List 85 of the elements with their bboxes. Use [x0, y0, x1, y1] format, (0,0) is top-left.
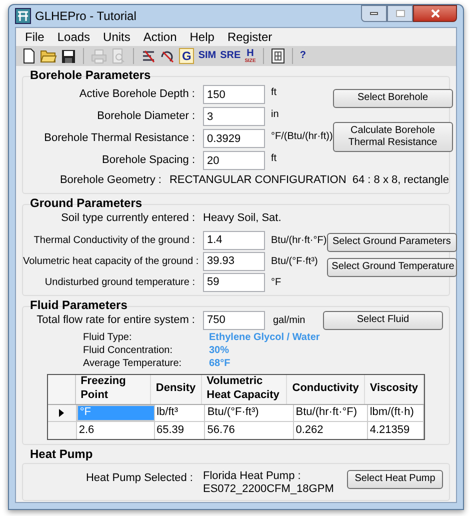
save-icon[interactable]: [61, 48, 76, 64]
unit-label: °F: [270, 276, 282, 290]
unit-label: Btu/(hr·ft·°F): [270, 234, 327, 248]
field-label: Heat Pump Selected :: [84, 470, 194, 486]
input-field[interactable]: 0.3929: [203, 129, 265, 148]
menu-item[interactable]: File: [19, 28, 50, 46]
unit-label: ft: [270, 86, 277, 100]
unit-label: ft: [270, 152, 277, 166]
info-value: 68°F: [209, 356, 230, 370]
field-label: Borehole Thermal Resistance :: [43, 131, 196, 146]
close-icon: [430, 9, 440, 18]
curve-icon[interactable]: [160, 48, 175, 64]
action-button[interactable]: Select Heat Pump: [347, 470, 443, 488]
tool-button[interactable]: G: [179, 48, 194, 64]
table-cell: 0.262: [294, 422, 368, 438]
menu-item[interactable]: Action: [137, 28, 183, 46]
maximize-button[interactable]: [387, 5, 413, 22]
field-label: Borehole Geometry :: [58, 173, 162, 188]
input-field[interactable]: 1.4: [203, 230, 265, 250]
table-cell: lb/ft³: [154, 404, 206, 420]
table-cell: Btu/(hr·ft·°F): [294, 404, 368, 420]
info-value: Ethylene Glycol / Water: [209, 330, 320, 344]
info-label: Fluid Concentration:: [83, 344, 174, 358]
action-button[interactable]: Select Ground Temperature: [326, 258, 457, 276]
input-field[interactable]: 59: [203, 272, 265, 292]
heat-pump-value: Florida Heat Pump :: [203, 470, 302, 482]
action-button[interactable]: Select Ground Parameters: [326, 232, 457, 252]
menu-item[interactable]: Register: [221, 28, 278, 46]
tool-button[interactable]: SIM: [198, 48, 216, 64]
menu-item[interactable]: Loads: [51, 28, 96, 46]
group-title: Borehole Parameters: [29, 68, 152, 82]
table-cell: °F: [76, 404, 155, 420]
heat-pump-value: ES072_2200CFM_18GPM: [203, 482, 334, 496]
menu-item[interactable]: Units: [97, 28, 136, 46]
geometry-value: RECTANGULAR CONFIGURATION 64 : 8 x 8, rectangle: [169, 173, 449, 188]
app-icon: [15, 8, 31, 24]
column-header[interactable]: Conductivity: [287, 374, 365, 404]
info-value: 30%: [209, 344, 230, 358]
unit-label: °F/(Btu/(hr·ft)): [270, 130, 333, 144]
open-folder-icon[interactable]: [40, 49, 57, 63]
input-field[interactable]: 750: [203, 310, 265, 330]
field-label: Borehole Spacing :: [101, 153, 196, 168]
field-label: Volumetric heat capacity of the ground :: [23, 254, 200, 268]
lines-icon[interactable]: [141, 48, 156, 64]
tool-button[interactable]: SRE: [220, 48, 241, 64]
info-label: Fluid Type:: [83, 330, 133, 344]
input-field[interactable]: 20: [203, 151, 265, 170]
column-header[interactable]: Freezing Point: [76, 374, 151, 404]
field-label: Active Borehole Depth :: [78, 87, 196, 102]
window-title: GLHEPro - Tutorial: [35, 8, 136, 25]
new-file-icon[interactable]: [22, 48, 36, 64]
group-title: Ground Parameters: [29, 196, 144, 210]
table-cell: lbm/(ft·h): [368, 404, 424, 420]
group-title: Heat Pump: [29, 446, 94, 460]
field-label: Undisturbed ground temperature :: [44, 276, 196, 290]
action-button[interactable]: Calculate Borehole Thermal Resistance: [332, 122, 453, 152]
field-label: Borehole Diameter :: [96, 109, 196, 124]
table-cell: Btu/(°F·ft³): [205, 404, 294, 420]
minimize-button[interactable]: [361, 5, 387, 22]
field-label: Soil type currently entered :: [60, 211, 196, 226]
input-field[interactable]: 39.93: [203, 252, 265, 270]
tool-button[interactable]: ?: [300, 48, 306, 64]
field-label: Total flow rate for entire system :: [36, 312, 196, 328]
table-cell: 65.39: [154, 422, 206, 438]
row-pointer-icon: [59, 408, 64, 416]
column-header[interactable]: Viscosity: [364, 374, 424, 404]
table-cell: 4.21359: [368, 422, 424, 438]
close-button[interactable]: [413, 5, 457, 22]
menu-item[interactable]: Help: [184, 28, 220, 46]
input-field[interactable]: 3: [203, 107, 265, 126]
column-header[interactable]: Volumetric Heat Capacity: [202, 374, 288, 404]
table-cell: 2.6: [76, 422, 155, 438]
action-button[interactable]: Select Fluid: [323, 310, 443, 330]
unit-label: in: [270, 108, 279, 122]
info-label: Average Temperature:: [83, 356, 183, 370]
unit-label: Btu/(°F·ft³): [270, 254, 318, 268]
field-label: Thermal Conductivity of the ground :: [32, 234, 196, 248]
action-button[interactable]: Select Borehole: [332, 89, 453, 108]
table-cell: 56.76: [205, 422, 294, 438]
soil-value: Heavy Soil, Sat.: [203, 211, 282, 226]
grid-icon[interactable]: [270, 48, 285, 64]
group-title: Fluid Parameters: [29, 298, 128, 312]
unit-label: gal/min: [272, 314, 306, 328]
input-field[interactable]: 150: [203, 85, 265, 104]
column-header[interactable]: Density: [150, 374, 202, 404]
